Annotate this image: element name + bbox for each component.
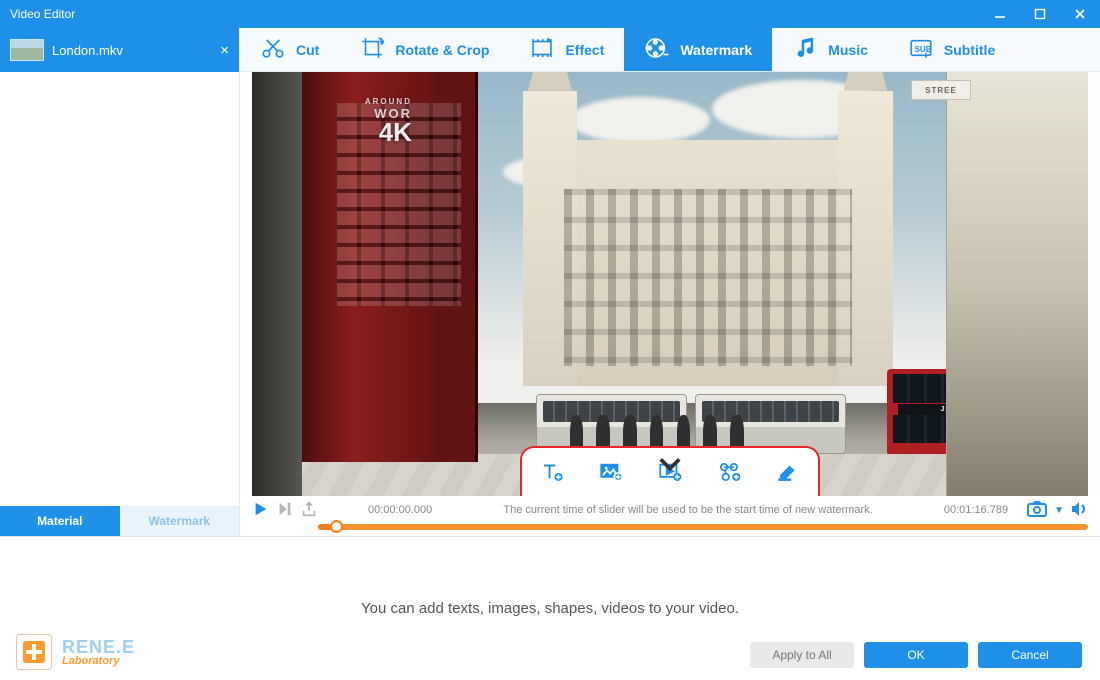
remove-watermark-button[interactable] bbox=[773, 457, 803, 487]
add-shape-watermark-button[interactable] bbox=[714, 457, 744, 487]
effect-filmstrip-icon bbox=[529, 35, 555, 64]
close-button[interactable] bbox=[1060, 0, 1100, 28]
street-sign: STREE bbox=[911, 80, 971, 100]
subtitle-icon: SUB bbox=[908, 35, 934, 64]
apply-to-all-button[interactable]: Apply to All bbox=[750, 642, 854, 668]
brand-logo-icon bbox=[16, 634, 52, 670]
open-file-tab[interactable]: London.mkv × bbox=[0, 28, 239, 72]
tab-music[interactable]: Music bbox=[772, 28, 888, 71]
crop-rotate-icon bbox=[359, 35, 385, 64]
playback-bar: 00:00:00.000 The current time of slider … bbox=[240, 496, 1100, 524]
brand-badge: RENE.E Laboratory bbox=[16, 634, 135, 670]
file-thumbnail bbox=[10, 39, 44, 61]
watermark-tool-popup bbox=[520, 446, 820, 496]
tab-material[interactable]: Material bbox=[0, 506, 120, 536]
scissors-icon bbox=[260, 35, 286, 64]
tab-effect[interactable]: Effect bbox=[509, 28, 624, 71]
add-text-watermark-button[interactable] bbox=[537, 457, 567, 487]
video-frame: JD UNDISPUTED STREE AROUND WOR 4K bbox=[252, 72, 1088, 496]
sidebar-bottom-tabs: Material Watermark bbox=[0, 506, 239, 536]
ok-button[interactable]: OK bbox=[864, 642, 968, 668]
tab-watermark-list[interactable]: Watermark bbox=[120, 506, 240, 536]
timeline-knob[interactable] bbox=[330, 520, 343, 533]
chevron-down-icon[interactable] bbox=[657, 450, 683, 481]
video-corner-badge: AROUND WOR 4K bbox=[365, 97, 412, 143]
step-button[interactable] bbox=[276, 500, 294, 521]
time-current: 00:00:00.000 bbox=[368, 504, 432, 516]
content-pane: Cut Rotate & Crop bbox=[240, 28, 1100, 536]
add-image-watermark-button[interactable] bbox=[596, 457, 626, 487]
cancel-button[interactable]: Cancel bbox=[978, 642, 1082, 668]
slider-hint-text: The current time of slider will be used … bbox=[440, 504, 936, 516]
play-button[interactable] bbox=[252, 500, 270, 521]
window-title: Video Editor bbox=[10, 7, 980, 21]
timeline-slider[interactable] bbox=[318, 524, 1088, 530]
file-name: London.mkv bbox=[52, 43, 123, 58]
bottom-pane: You can add texts, images, shapes, video… bbox=[0, 536, 1100, 680]
time-duration: 00:01:16.789 bbox=[944, 504, 1008, 516]
preview-area: JD UNDISPUTED STREE AROUND WOR 4K bbox=[240, 72, 1100, 496]
watermark-reel-icon bbox=[644, 35, 670, 64]
volume-button[interactable] bbox=[1070, 500, 1088, 521]
export-frame-button[interactable] bbox=[300, 500, 318, 521]
maximize-button[interactable] bbox=[1020, 0, 1060, 28]
minimize-button[interactable] bbox=[980, 0, 1020, 28]
video-preview[interactable]: JD UNDISPUTED STREE AROUND WOR 4K bbox=[252, 72, 1088, 496]
svg-text:SUB: SUB bbox=[914, 45, 931, 54]
tab-cut[interactable]: Cut bbox=[240, 28, 339, 71]
tab-rotate-crop[interactable]: Rotate & Crop bbox=[339, 28, 509, 71]
editor-tab-bar: Cut Rotate & Crop bbox=[240, 28, 1100, 72]
tab-subtitle[interactable]: SUB Subtitle bbox=[888, 28, 1015, 71]
snapshot-button[interactable] bbox=[1026, 500, 1048, 521]
title-bar: Video Editor bbox=[0, 0, 1100, 28]
close-file-icon[interactable]: × bbox=[220, 42, 229, 59]
music-note-icon bbox=[792, 35, 818, 64]
snapshot-dropdown-icon[interactable]: ▼ bbox=[1054, 505, 1064, 516]
tab-watermark[interactable]: Watermark bbox=[624, 28, 772, 71]
sidebar: London.mkv × Material Watermark bbox=[0, 28, 240, 536]
